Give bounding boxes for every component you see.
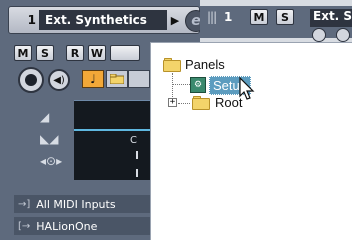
- note-icon[interactable]: ♩: [82, 70, 104, 88]
- input-arrow-icon: →]: [18, 198, 31, 210]
- folder-icon[interactable]: [106, 70, 128, 88]
- write-automation-button[interactable]: W: [88, 45, 106, 61]
- strip-track-name[interactable]: Ext. Sy: [310, 9, 352, 27]
- midi-output-label: HALionOne: [36, 219, 98, 233]
- solo-button[interactable]: S: [36, 45, 54, 61]
- root-folder-icon: [192, 96, 210, 110]
- strip-monitor-button[interactable]: [336, 28, 350, 42]
- track-name[interactable]: Ext. Synthetics: [39, 10, 167, 30]
- strip-mute-button[interactable]: M: [250, 9, 268, 25]
- panels-folder-icon: [163, 58, 181, 72]
- expand-plus-icon[interactable]: +: [168, 98, 177, 107]
- setup-panel-icon: ⚙: [190, 77, 206, 93]
- tree-root-label[interactable]: Panels: [185, 57, 225, 72]
- mute-button[interactable]: M: [14, 45, 32, 61]
- note-label: C: [130, 135, 137, 146]
- tree-connector: [172, 84, 190, 85]
- strip-record-button[interactable]: [312, 28, 326, 42]
- monitor-speaker-icon[interactable]: ◀): [48, 69, 70, 91]
- read-automation-button[interactable]: R: [66, 45, 84, 61]
- tree-connector: [178, 103, 190, 104]
- track-expand-arrow-icon[interactable]: ▶: [169, 11, 181, 29]
- pan-icon: ◣◢: [40, 132, 59, 146]
- mixer-channel-strip: ||| 1 M S Ext. Sy: [200, 6, 352, 42]
- pan-center-tick: [136, 151, 138, 159]
- mouse-pointer-icon: [239, 76, 255, 100]
- strip-solo-button[interactable]: S: [276, 9, 294, 25]
- volume-icon: ◢: [40, 110, 50, 124]
- output-arrow-icon: [→: [18, 220, 31, 232]
- track-header: 1 Ext. Synthetics ▶ e: [8, 6, 207, 34]
- extra-toggle-button[interactable]: [110, 45, 140, 61]
- drum-map-icon[interactable]: [128, 70, 150, 88]
- delay-icon: ◂⊙▸: [40, 154, 63, 168]
- track-number: 1: [27, 13, 36, 27]
- record-enable-button[interactable]: [18, 67, 44, 93]
- meter-bars-icon: |||: [207, 10, 217, 24]
- strip-number: 1: [224, 10, 233, 24]
- delay-center-tick: [136, 169, 138, 177]
- midi-input-label: All MIDI Inputs: [36, 197, 116, 211]
